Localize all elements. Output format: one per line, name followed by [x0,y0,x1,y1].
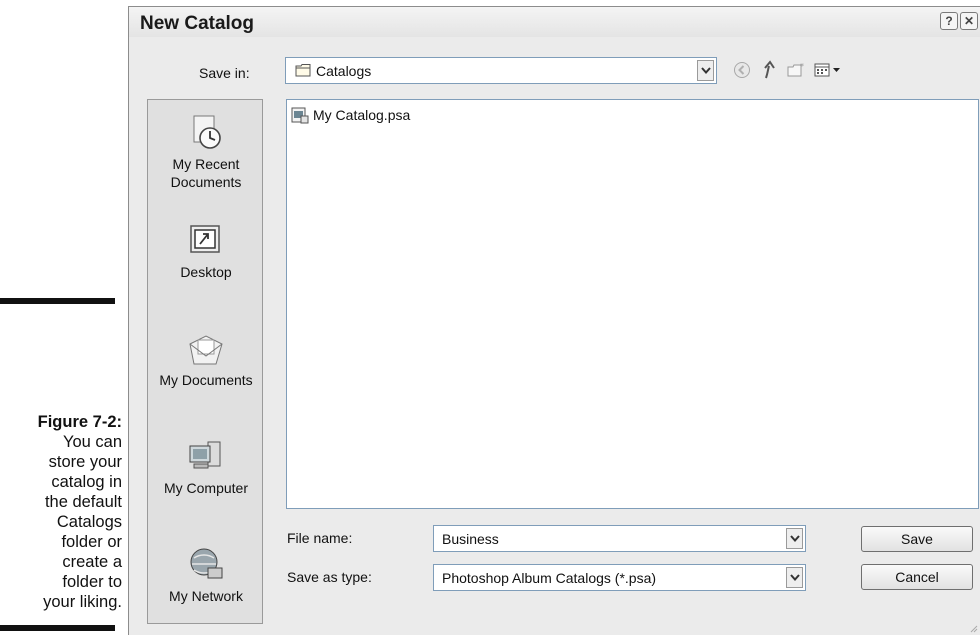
place-my-computer[interactable]: My Computer [148,436,264,497]
caption-top-rule [0,298,115,304]
save-as-type-value: Photoshop Album Catalogs (*.psa) [442,570,657,586]
place-label: My Network [169,588,243,604]
my-documents-icon [189,335,223,365]
caption-line: store your [48,453,122,471]
file-name: My Catalog.psa [313,107,411,123]
catalog-file-icon [291,107,309,124]
save-in-dropdown[interactable]: Catalogs [285,57,717,84]
caption-line: the default [44,493,122,511]
save-in-value: Catalogs [316,63,372,79]
caption-line: folder or [61,533,122,551]
caption-line: create a [62,553,122,571]
up-folder-icon[interactable] [759,59,781,81]
place-label: Documents [170,174,242,190]
recent-documents-icon [193,115,221,149]
place-label: My Computer [163,480,249,496]
help-button[interactable]: ? [940,12,958,30]
place-my-network[interactable]: My Network [148,544,264,605]
close-button[interactable]: ✕ [960,12,978,30]
folder-icon [295,64,311,77]
my-network-icon [190,548,223,579]
caption-line: folder to [62,573,122,591]
close-icon: ✕ [963,14,975,28]
save-button[interactable]: Save [861,526,973,552]
cancel-button[interactable]: Cancel [861,564,973,590]
dialog-title: New Catalog [140,13,255,34]
file-item[interactable]: My Catalog.psa [291,106,410,124]
resize-grip-icon[interactable] [968,623,978,633]
caption-bottom-rule [0,625,115,631]
help-icon: ? [945,14,953,28]
file-name-field[interactable]: Business [433,525,806,552]
place-label: My Recent [172,156,240,172]
chevron-down-icon[interactable] [697,60,714,81]
my-computer-icon [189,441,221,469]
place-my-recent-documents[interactable]: My Recent Documents [148,112,264,191]
file-name-value[interactable]: Business [442,531,499,547]
save-as-type-label: Save as type: [287,569,372,585]
chevron-down-icon[interactable] [786,528,803,549]
place-label: Desktop [180,264,232,280]
caption-line: catalog in [51,473,122,491]
places-bar: My Recent Documents Desktop My Documents [147,99,263,624]
back-icon[interactable] [731,59,753,81]
place-label: My Documents [159,372,253,388]
file-list[interactable]: My Catalog.psa [286,99,979,509]
save-in-label: Save in: [199,65,250,81]
caption-line: You can [62,433,122,451]
views-menu-icon[interactable] [813,59,847,81]
new-folder-icon[interactable]: * [785,59,807,81]
desktop-icon [190,225,220,253]
file-name-label: File name: [287,530,353,546]
chevron-down-icon[interactable] [786,567,803,588]
place-my-documents[interactable]: My Documents [148,328,264,389]
caption-line: Catalogs [56,513,122,531]
new-catalog-dialog: New Catalog ? ✕ Save in: Catalogs * My R… [128,6,980,635]
place-desktop[interactable]: Desktop [148,220,264,281]
figure-caption: Figure 7-2: You can store your catalog i… [0,412,122,612]
figure-number: Figure 7-2: [37,413,122,431]
title-bar: New Catalog ? ✕ [129,7,980,37]
save-as-type-dropdown[interactable]: Photoshop Album Catalogs (*.psa) [433,564,806,591]
svg-text:*: * [800,62,804,71]
caption-line: your liking. [43,593,122,611]
